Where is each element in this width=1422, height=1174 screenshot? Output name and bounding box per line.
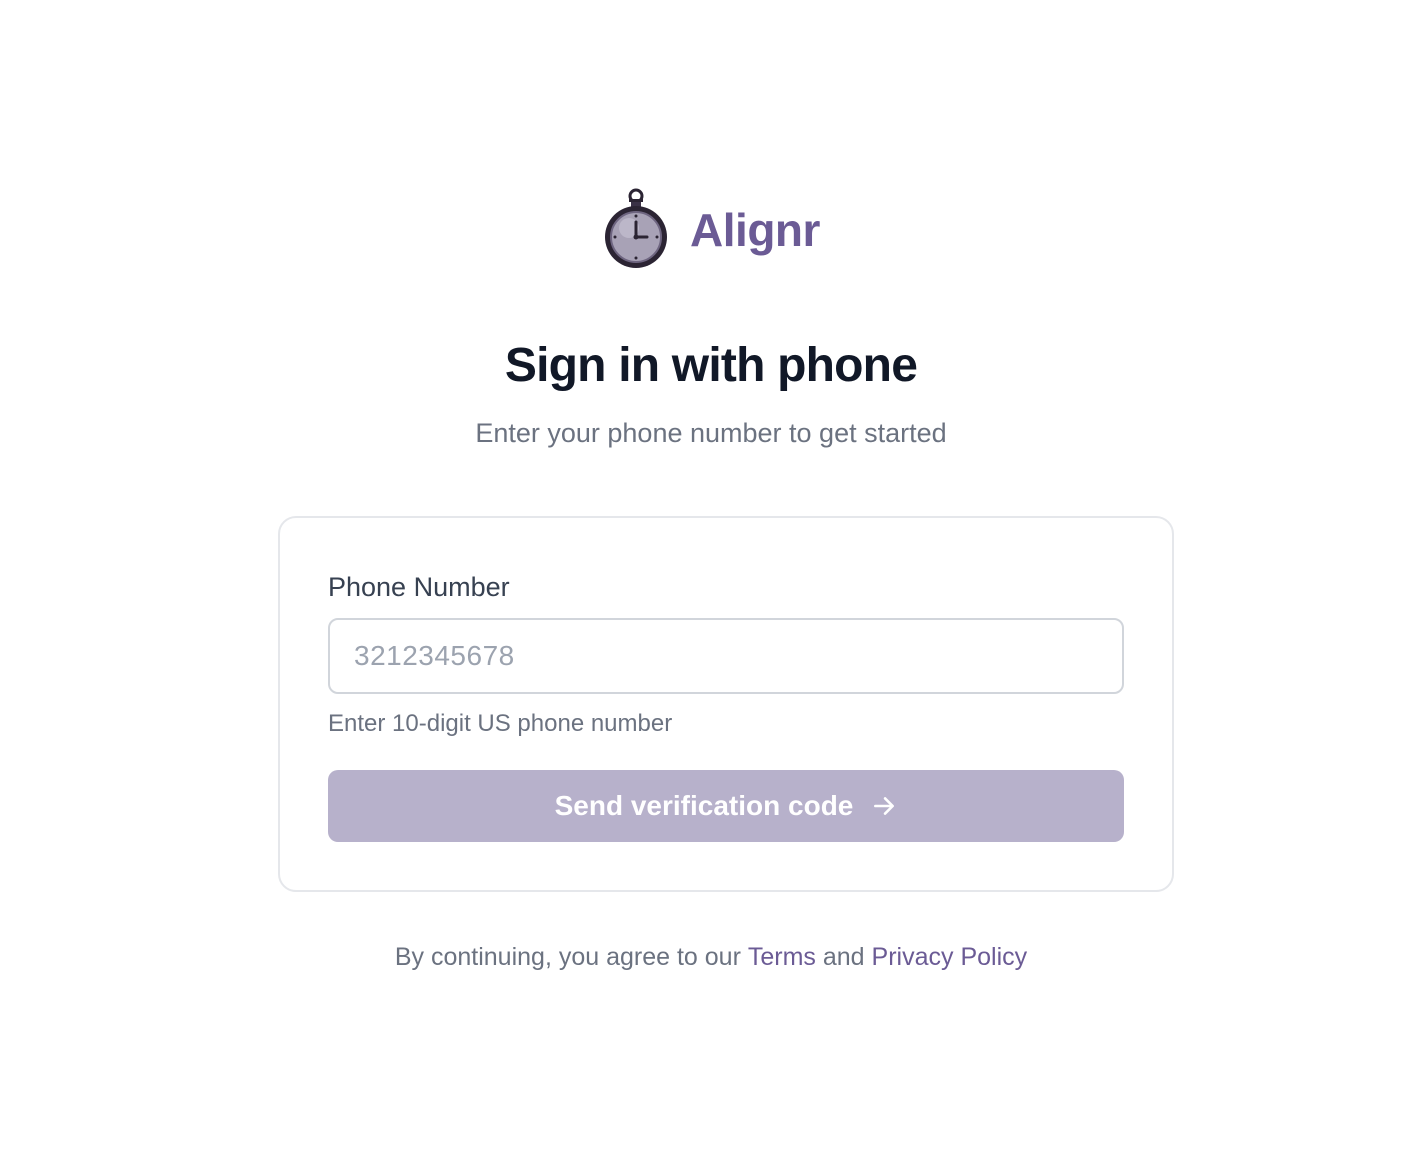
stopwatch-icon [605,188,668,268]
send-verification-code-button[interactable]: Send verification code [328,770,1124,842]
phone-input[interactable] [328,618,1124,694]
sign-in-page: Alignr Sign in with phone Enter your pho… [0,0,1422,1174]
privacy-policy-link[interactable]: Privacy Policy [872,943,1028,971]
legal-conjunction: and [822,943,865,971]
sign-in-card: Phone Number Enter 10-digit US phone num… [278,516,1174,892]
page-title: Sign in with phone [504,339,918,392]
brand: Alignr [0,186,1422,270]
phone-helper-text: Enter 10-digit US phone number [328,710,673,737]
send-verification-code-label: Send verification code [554,790,854,821]
terms-link[interactable]: Terms [748,943,816,971]
brand-name: Alignr [690,204,820,256]
legal-prefix: By continuing, you agree to our [394,943,741,971]
page-subtitle: Enter your phone number to get started [475,418,947,448]
legal-notice: By continuing, you agree to our Terms an… [0,940,1422,974]
phone-label: Phone Number [328,572,510,602]
arrow-right-icon [874,797,895,815]
